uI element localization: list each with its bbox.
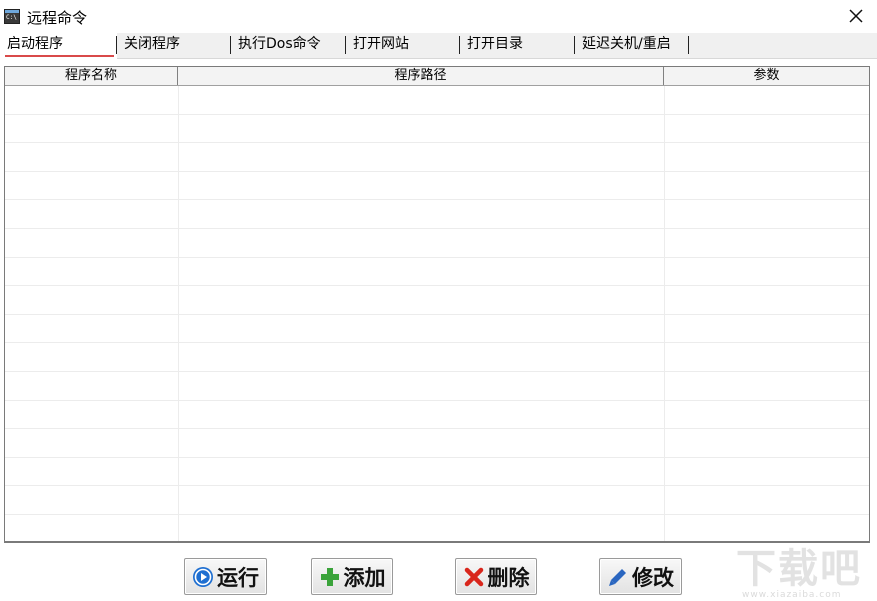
play-circle-icon (192, 566, 214, 588)
console-app-icon (4, 9, 20, 24)
table-row[interactable] (5, 286, 869, 315)
delete-button[interactable]: 删除 (455, 558, 537, 595)
tab-open-website[interactable]: 打开网站 (346, 33, 460, 59)
table-row[interactable] (5, 115, 869, 144)
column-header-parameters[interactable]: 参数 (664, 67, 869, 85)
table-row[interactable] (5, 172, 869, 201)
run-button[interactable]: 运行 (184, 558, 267, 595)
title-bar: 远程命令 (0, 0, 877, 33)
table-row[interactable] (5, 200, 869, 229)
tab-open-directory[interactable]: 打开目录 (460, 33, 575, 59)
tab-delay-shutdown[interactable]: 延迟关机/重启 (575, 33, 689, 59)
table-row[interactable] (5, 458, 869, 487)
add-button[interactable]: 添加 (311, 558, 393, 595)
tab-dos-command[interactable]: 执行Dos命令 (231, 33, 346, 59)
tab-start-program[interactable]: 启动程序 (0, 33, 117, 59)
table-row[interactable] (5, 229, 869, 258)
tab-label: 执行Dos命令 (238, 36, 321, 52)
table-row[interactable] (5, 401, 869, 430)
table-row[interactable] (5, 343, 869, 372)
table-row[interactable] (5, 258, 869, 287)
tab-label: 关闭程序 (124, 36, 180, 52)
close-button[interactable] (843, 3, 869, 29)
table-row[interactable] (5, 372, 869, 401)
tab-label: 打开目录 (467, 36, 523, 52)
edit-label: 修改 (632, 565, 674, 590)
tab-label: 延迟关机/重启 (582, 36, 671, 52)
close-icon (849, 9, 863, 23)
column-header-program-path[interactable]: 程序路径 (178, 67, 664, 85)
table-row[interactable] (5, 315, 869, 344)
tab-label: 打开网站 (353, 36, 409, 52)
add-label: 添加 (343, 565, 386, 590)
table-row[interactable] (5, 86, 869, 115)
table-row[interactable] (5, 515, 869, 541)
list-body (5, 86, 869, 541)
plus-icon (319, 566, 341, 588)
table-row[interactable] (5, 429, 869, 458)
delete-label: 删除 (487, 565, 530, 590)
tab-bar: 启动程序 关闭程序 执行Dos命令 打开网站 打开目录 延迟关机/重启 (0, 33, 877, 59)
pencil-icon (607, 566, 629, 588)
program-list[interactable]: 程序名称 程序路径 参数 (4, 66, 870, 543)
tab-label: 启动程序 (7, 36, 63, 52)
list-header: 程序名称 程序路径 参数 (5, 67, 869, 86)
column-header-program-name[interactable]: 程序名称 (5, 67, 178, 85)
tab-close-program[interactable]: 关闭程序 (117, 33, 231, 59)
table-row[interactable] (5, 486, 869, 515)
window-title: 远程命令 (27, 9, 88, 27)
x-icon (463, 566, 485, 588)
table-row[interactable] (5, 143, 869, 172)
run-label: 运行 (217, 565, 259, 590)
action-bar: 运行 添加 删除 修改 (0, 545, 877, 601)
edit-button[interactable]: 修改 (599, 558, 682, 595)
